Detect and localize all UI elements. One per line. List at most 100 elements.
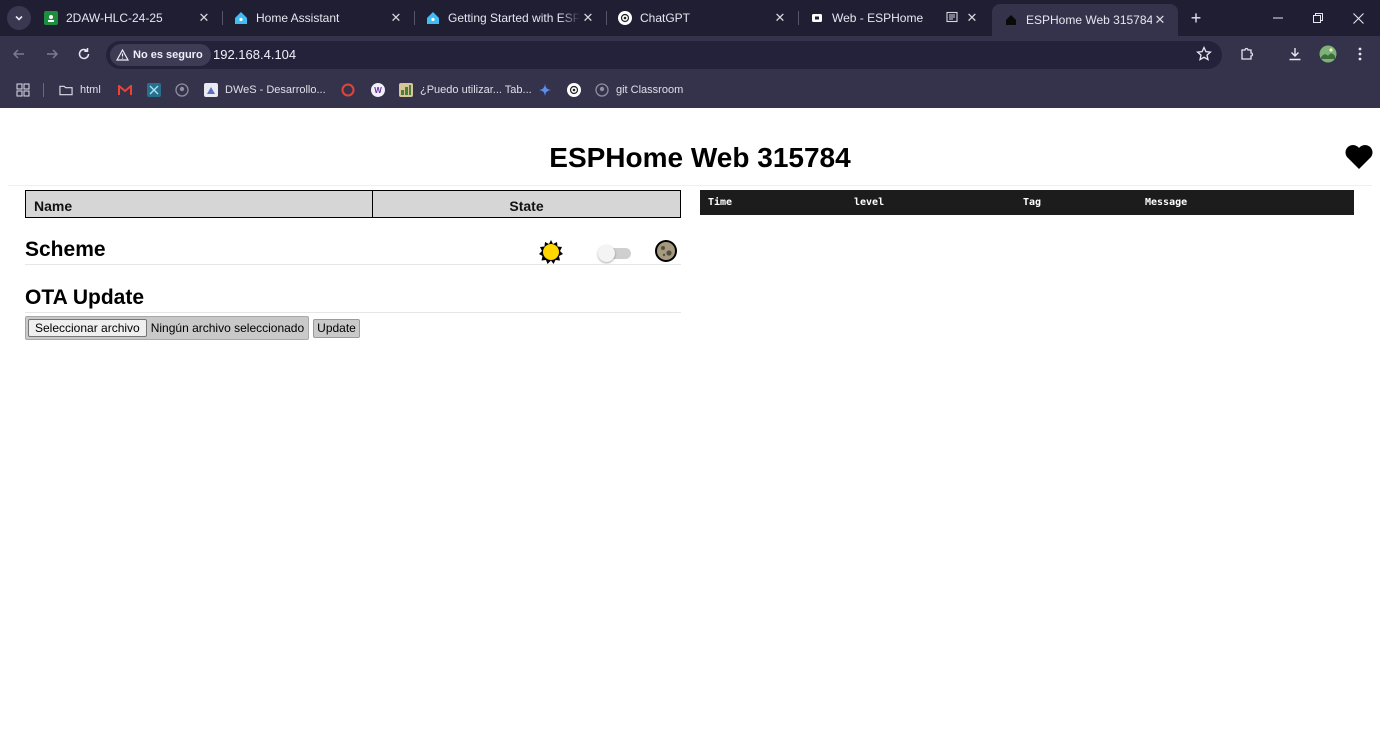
update-button[interactable]: Update [313,318,360,338]
home-assistant-icon [234,11,248,25]
tab-title: Home Assistant [256,11,340,25]
minimize-button[interactable] [1264,6,1292,30]
log-column-level: level [854,197,885,208]
restore-icon [1313,13,1323,23]
download-icon [1289,48,1301,61]
warning-icon [116,49,129,61]
home-assistant-icon [426,11,440,25]
esphome-house-icon [1004,13,1018,27]
more-vert-icon [1358,47,1362,61]
avatar-icon [1319,45,1337,63]
close-icon[interactable]: ✕ [388,10,404,26]
bookmarks-separator [43,83,44,97]
close-icon[interactable]: ✕ [772,10,788,26]
log-column-tag: Tag [1023,197,1042,208]
classroom-icon [44,11,58,25]
bookmarks-bar: html DWeS - Desarrollo... W ¿Puedo utili… [0,72,1380,108]
bookmark-git-classroom[interactable]: git Classroom [595,82,683,98]
chatgpt-icon [618,11,632,25]
log-column-message: Message [1145,197,1188,208]
restore-button[interactable] [1304,6,1332,30]
bookmark-chatgpt[interactable] [567,82,588,98]
ota-form: Seleccionar archivo Ningún archivo selec… [25,316,360,340]
arrow-right-icon [47,49,59,59]
ota-title: OTA Update [25,286,144,309]
tab-search-button[interactable] [7,6,31,30]
bookmark-label: html [80,84,101,96]
star-icon[interactable] [1196,45,1212,67]
apps-button[interactable] [16,82,30,98]
close-icon[interactable]: ✕ [964,10,980,26]
reader-mode-icon[interactable] [946,11,958,26]
folder-icon [59,83,73,97]
entity-table-header: Name State [25,190,681,218]
reload-icon [78,48,90,60]
dark-mode-toggle[interactable] [598,245,632,262]
tab-home-assistant[interactable]: Home Assistant ✕ [222,0,414,36]
esphome-icon [810,11,824,25]
tab-web-esphome[interactable]: Web - ESPHome ✕ [798,0,990,36]
tab-esphome-web-active[interactable]: ESPHome Web 315784 ✕ [992,4,1178,36]
minimize-icon [1273,17,1283,19]
page-title: ESPHome Web 315784 [549,142,851,173]
profile-avatar[interactable] [1318,44,1338,64]
tab-chatgpt[interactable]: ChatGPT ✕ [606,0,798,36]
security-label: No es seguro [133,49,203,61]
close-icon [1352,12,1364,24]
page-content: ESPHome Web 315784 Name State Scheme OTA… [0,108,1380,739]
back-button[interactable] [9,44,29,64]
caniuse-icon [399,83,413,97]
bookmark-w[interactable]: W [371,82,392,98]
chatgpt-icon [567,83,581,97]
sun-icon [538,239,564,270]
tab-title: 2DAW-HLC-24-25 [66,11,163,25]
opera-icon [341,83,355,97]
bookmark-html[interactable]: html [59,82,101,98]
bookmark-dwes[interactable]: DWeS - Desarrollo... [204,82,326,98]
bookmark-label: ¿Puedo utilizar... Tab... [420,84,532,96]
bookmark-gemini[interactable] [538,82,559,98]
gemini-icon [538,83,552,97]
puzzle-icon [1241,47,1254,60]
bookmark-github[interactable] [175,82,196,98]
tab-getting-started[interactable]: Getting Started with ESPHome ✕ [414,0,606,36]
log-column-time: Time [708,197,733,208]
extensions-button[interactable] [1237,44,1257,64]
bookmark-caniuse[interactable]: ¿Puedo utilizar... Tab... [399,82,532,98]
reload-button[interactable] [74,44,94,64]
bookmark-label: DWeS - Desarrollo... [225,84,326,96]
tab-title: ESPHome Web 315784 [1026,13,1152,27]
address-bar[interactable]: No es seguro 192.168.4.104 [106,41,1222,69]
browser-menu-button[interactable] [1350,44,1370,64]
moodle-icon [204,83,218,97]
close-icon[interactable]: ✕ [580,10,596,26]
github-icon [595,83,609,97]
tab-title: Web - ESPHome [832,11,924,25]
apps-grid-icon [16,83,30,97]
bookmark-gmail[interactable] [118,82,139,98]
url-text: 192.168.4.104 [213,47,297,62]
heart-icon [1344,144,1374,175]
choose-file-button[interactable]: Seleccionar archivo [28,319,147,337]
column-header-state: State [509,198,544,214]
close-window-button[interactable] [1344,6,1372,30]
log-table-header: Time level Tag Message [700,190,1354,215]
close-icon[interactable]: ✕ [1152,12,1168,28]
new-tab-button[interactable]: + [1186,8,1206,28]
file-status: Ningún archivo seleccionado [150,321,305,335]
tab-title: Getting Started with ESPHome [448,11,580,25]
tab-title: ChatGPT [640,11,691,25]
file-input[interactable]: Seleccionar archivo Ningún archivo selec… [25,316,310,340]
bookmark-opera[interactable] [341,82,362,98]
close-icon[interactable]: ✕ [196,10,212,26]
bookmark-app[interactable] [147,82,168,98]
tab-classroom[interactable]: 2DAW-HLC-24-25 ✕ [32,0,222,36]
header-divider [8,185,1372,186]
toggle-knob [598,245,615,262]
gmail-icon [118,83,132,97]
bookmark-label: git Classroom [616,84,684,96]
downloads-button[interactable] [1285,44,1305,64]
forward-button[interactable] [42,44,62,64]
security-chip[interactable]: No es seguro [110,44,211,66]
bookmark-app-icon [147,83,161,97]
